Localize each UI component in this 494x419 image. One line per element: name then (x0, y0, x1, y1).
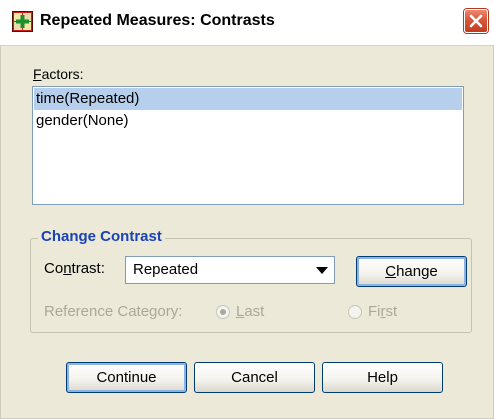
spss-plus-icon (12, 11, 33, 32)
help-button[interactable]: Help (322, 362, 443, 393)
contrast-label: Contrast: (44, 260, 105, 277)
change-button[interactable]: Change (356, 256, 467, 287)
contrast-dropdown-value: Repeated (133, 261, 199, 278)
contrast-dropdown[interactable]: Repeated (125, 256, 335, 284)
radio-last-label: Last (236, 303, 265, 320)
factors-label: Factors: (33, 66, 84, 82)
close-button[interactable] (464, 9, 488, 33)
radio-first-label: First (368, 303, 398, 320)
factor-item-time[interactable]: time(Repeated) (34, 88, 462, 110)
close-x-icon (469, 14, 483, 28)
factors-list[interactable]: time(Repeated) gender(None) (32, 86, 464, 205)
chevron-down-icon (316, 267, 328, 274)
radio-last[interactable] (216, 305, 230, 319)
continue-button[interactable]: Continue (66, 362, 187, 393)
cancel-button[interactable]: Cancel (194, 362, 315, 393)
reference-category-label: Reference Category: (44, 303, 183, 320)
change-contrast-title: Change Contrast (38, 228, 165, 245)
radio-last-dot (220, 309, 226, 315)
title-bar: Repeated Measures: Contrasts (0, 0, 494, 46)
window-title: Repeated Measures: Contrasts (40, 12, 275, 29)
radio-first[interactable] (348, 305, 362, 319)
factor-item-gender[interactable]: gender(None) (34, 110, 462, 132)
